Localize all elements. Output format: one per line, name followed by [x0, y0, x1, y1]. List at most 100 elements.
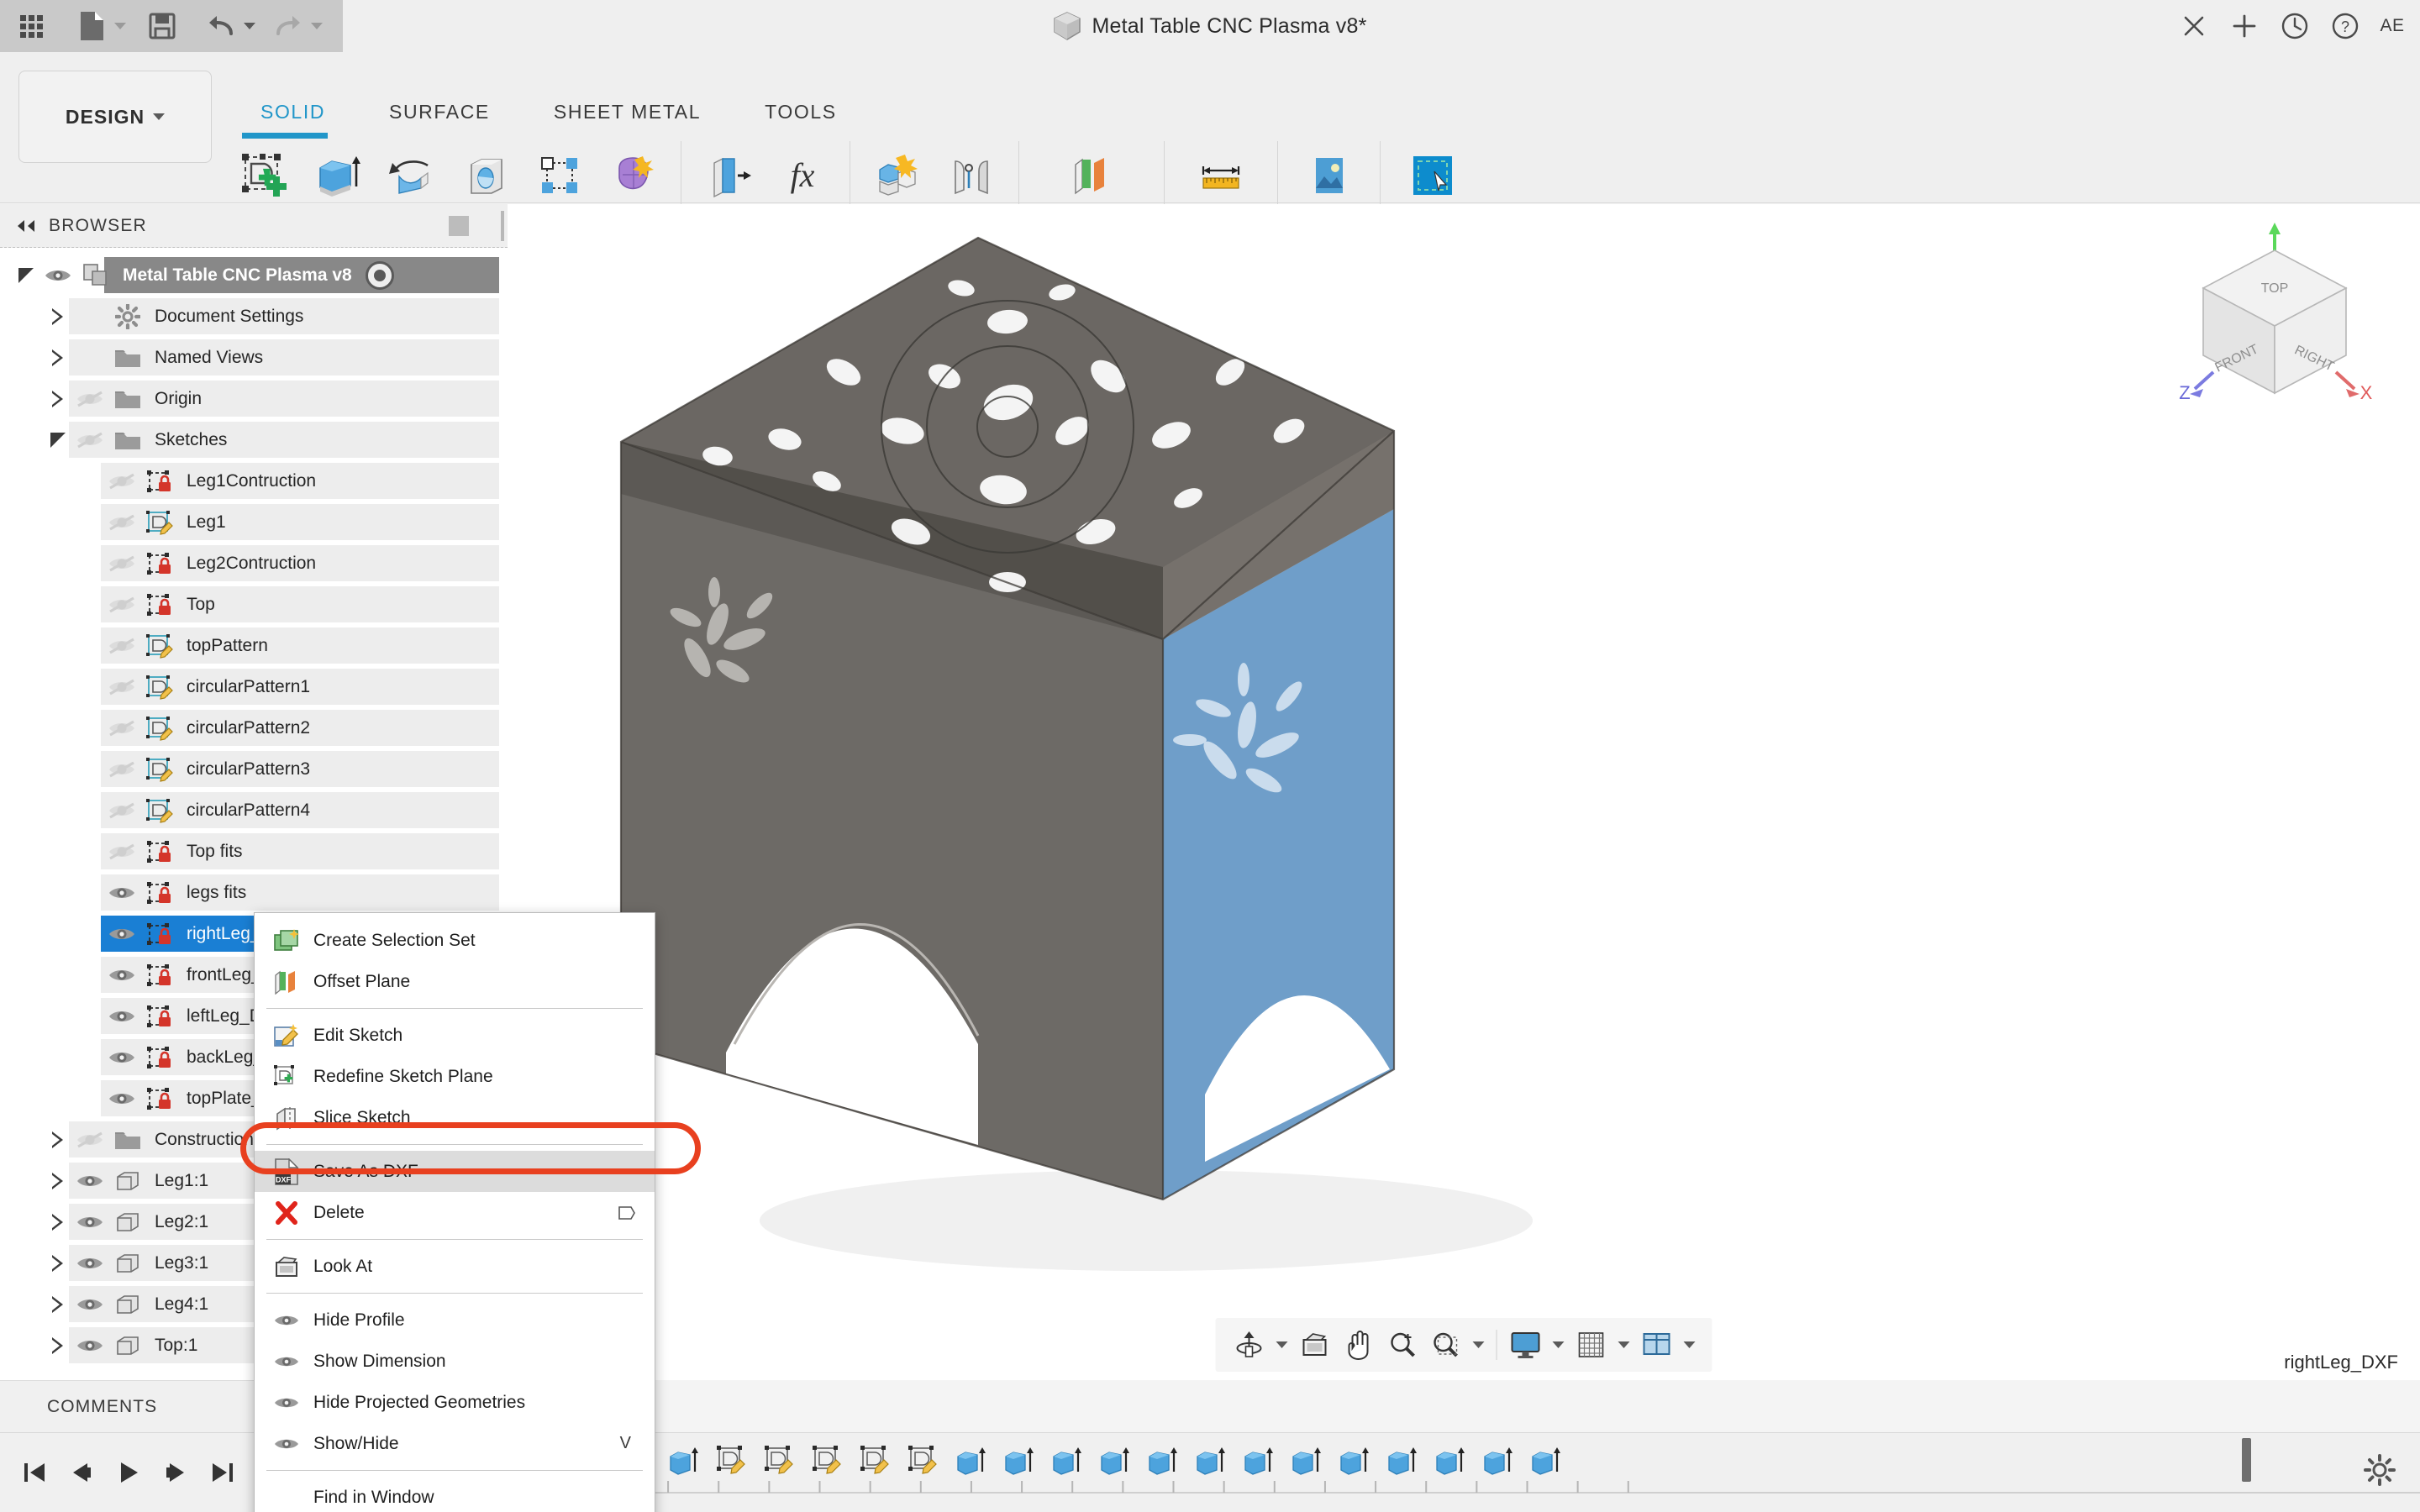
- context-menu-item-look-at[interactable]: Look At: [255, 1246, 655, 1287]
- browser-item-leg1[interactable]: Leg1: [0, 501, 508, 543]
- display-settings-icon[interactable]: [1504, 1323, 1548, 1367]
- browser-minimize-button[interactable]: [449, 216, 469, 236]
- 3d-model[interactable]: [508, 204, 2420, 1380]
- viewports-icon[interactable]: [1635, 1323, 1679, 1367]
- visibility-eye-off-icon[interactable]: [71, 431, 109, 449]
- chevron-right-icon[interactable]: [45, 1131, 71, 1148]
- visibility-eye-icon[interactable]: [71, 1213, 109, 1231]
- browser-item-origin[interactable]: Origin: [0, 378, 508, 419]
- browser-item-circularpattern4[interactable]: circularPattern4: [0, 790, 508, 831]
- context-menu-item-find-in-window[interactable]: Find in Window: [255, 1477, 655, 1512]
- chevron-right-icon[interactable]: [45, 1295, 71, 1313]
- timeline-feature-sketch-12[interactable]: [855, 1441, 892, 1482]
- press-pull-icon[interactable]: [693, 143, 764, 208]
- context-menu-item-redefine-sketch-plane[interactable]: Redefine Sketch Plane: [255, 1056, 655, 1097]
- timeline-feature-extrude-23[interactable]: [1382, 1441, 1419, 1482]
- visibility-eye-icon[interactable]: [71, 1336, 109, 1355]
- timeline-feature-extrude-24[interactable]: [1430, 1441, 1467, 1482]
- change-parameters-icon[interactable]: fx: [767, 143, 838, 208]
- avatar[interactable]: AE: [2373, 7, 2412, 45]
- go-to-beginning-icon[interactable]: [15, 1453, 54, 1492]
- context-menu-item-save-as-dxf[interactable]: DXF Save As DXF: [255, 1151, 655, 1192]
- visibility-eye-off-icon[interactable]: [103, 554, 141, 573]
- grid-snaps-icon[interactable]: [1570, 1323, 1613, 1367]
- help-icon[interactable]: ?: [2323, 3, 2368, 49]
- orbit-icon[interactable]: [1228, 1323, 1271, 1367]
- visibility-eye-off-icon[interactable]: [103, 843, 141, 861]
- browser-item-named-views[interactable]: Named Views: [0, 337, 508, 378]
- timeline-feature-extrude-18[interactable]: [1143, 1441, 1180, 1482]
- context-menu-item-hide-profile[interactable]: Hide Profile: [255, 1299, 655, 1341]
- visibility-eye-icon[interactable]: [103, 1048, 141, 1067]
- pattern-icon[interactable]: [524, 143, 595, 208]
- tab-tools[interactable]: TOOLS: [733, 101, 869, 123]
- browser-item-leg2contruction[interactable]: Leg2Contruction: [0, 543, 508, 584]
- collapse-left-icon[interactable]: [15, 219, 37, 233]
- chevron-right-icon[interactable]: [45, 349, 71, 366]
- visibility-eye-off-icon[interactable]: [103, 637, 141, 655]
- browser-item-top-fits[interactable]: Top fits: [0, 831, 508, 872]
- app-grid-icon[interactable]: [12, 7, 50, 45]
- timeline-feature-extrude-21[interactable]: [1286, 1441, 1323, 1482]
- redo-icon[interactable]: [269, 7, 308, 45]
- browser-resize-handle[interactable]: [501, 211, 504, 241]
- context-menu-item-delete[interactable]: Delete: [255, 1192, 655, 1233]
- offset-plane-icon[interactable]: [1056, 143, 1127, 208]
- tab-sheet-metal[interactable]: SHEET METAL: [522, 101, 733, 123]
- browser-item-legs-fits[interactable]: legs fits: [0, 872, 508, 913]
- visibility-eye-icon[interactable]: [39, 266, 77, 285]
- visibility-eye-icon[interactable]: [71, 1172, 109, 1190]
- timeline-feature-sketch-11[interactable]: [808, 1441, 844, 1482]
- browser-item-circularpattern2[interactable]: circularPattern2: [0, 707, 508, 748]
- browser-item-circularpattern3[interactable]: circularPattern3: [0, 748, 508, 790]
- active-component-badge[interactable]: [365, 260, 394, 290]
- measure-icon[interactable]: [1186, 143, 1256, 208]
- tab-surface[interactable]: SURFACE: [357, 101, 522, 123]
- browser-item-metal-table-cnc-plasma-v8[interactable]: Metal Table CNC Plasma v8: [0, 255, 508, 296]
- browser-item-leg1contruction[interactable]: Leg1Contruction: [0, 460, 508, 501]
- chevron-right-icon[interactable]: [45, 1213, 71, 1231]
- view-cube[interactable]: TOP FRONT RIGHT Z X: [2153, 204, 2396, 423]
- new-file-icon[interactable]: [72, 7, 111, 45]
- browser-item-circularpattern1[interactable]: circularPattern1: [0, 666, 508, 707]
- context-menu-item-slice-sketch[interactable]: Slice Sketch: [255, 1097, 655, 1138]
- new-file-dropdown-caret[interactable]: [111, 7, 129, 45]
- new-tab-icon[interactable]: [2222, 3, 2267, 49]
- insert-image-icon[interactable]: [1294, 143, 1365, 208]
- chevron-right-icon[interactable]: [45, 1254, 71, 1272]
- undo-icon[interactable]: [202, 7, 240, 45]
- pan-hand-icon[interactable]: [1337, 1323, 1381, 1367]
- chevron-right-icon[interactable]: [45, 1172, 71, 1189]
- timeline-feature-extrude-26[interactable]: [1526, 1441, 1563, 1482]
- step-forward-icon[interactable]: [156, 1453, 195, 1492]
- undo-dropdown-caret[interactable]: [240, 7, 259, 45]
- visibility-eye-off-icon[interactable]: [103, 760, 141, 779]
- visibility-eye-icon[interactable]: [71, 1295, 109, 1314]
- timeline-end-marker[interactable]: [2242, 1437, 2251, 1482]
- visibility-eye-icon[interactable]: [103, 1007, 141, 1026]
- context-menu-item-offset-plane[interactable]: Offset Plane: [255, 961, 655, 1002]
- timeline-feature-extrude-22[interactable]: [1334, 1441, 1371, 1482]
- grid-dropdown-caret[interactable]: [1613, 1323, 1635, 1367]
- timeline-feature-extrude-20[interactable]: [1239, 1441, 1276, 1482]
- zoom-window-icon[interactable]: [1424, 1323, 1468, 1367]
- viewports-dropdown-caret[interactable]: [1679, 1323, 1701, 1367]
- play-icon[interactable]: [109, 1453, 148, 1492]
- visibility-eye-off-icon[interactable]: [71, 1131, 109, 1149]
- joint-icon[interactable]: [936, 143, 1007, 208]
- chevron-right-icon[interactable]: [45, 307, 71, 325]
- orbit-dropdown-caret[interactable]: [1271, 1323, 1293, 1367]
- timeline-feature-extrude-14[interactable]: [951, 1441, 988, 1482]
- visibility-eye-off-icon[interactable]: [103, 596, 141, 614]
- visibility-eye-off-icon[interactable]: [103, 801, 141, 820]
- workspace-switcher[interactable]: DESIGN: [18, 71, 212, 163]
- visibility-eye-icon[interactable]: [103, 925, 141, 943]
- browser-item-top[interactable]: Top: [0, 584, 508, 625]
- close-icon[interactable]: [2171, 3, 2217, 49]
- revolve-icon[interactable]: [376, 143, 447, 208]
- chevron-down-icon[interactable]: [45, 432, 71, 448]
- select-window-icon[interactable]: [1397, 143, 1468, 208]
- context-menu-item-edit-sketch[interactable]: Edit Sketch: [255, 1015, 655, 1056]
- timeline-feature-extrude-16[interactable]: [1047, 1441, 1084, 1482]
- step-back-icon[interactable]: [62, 1453, 101, 1492]
